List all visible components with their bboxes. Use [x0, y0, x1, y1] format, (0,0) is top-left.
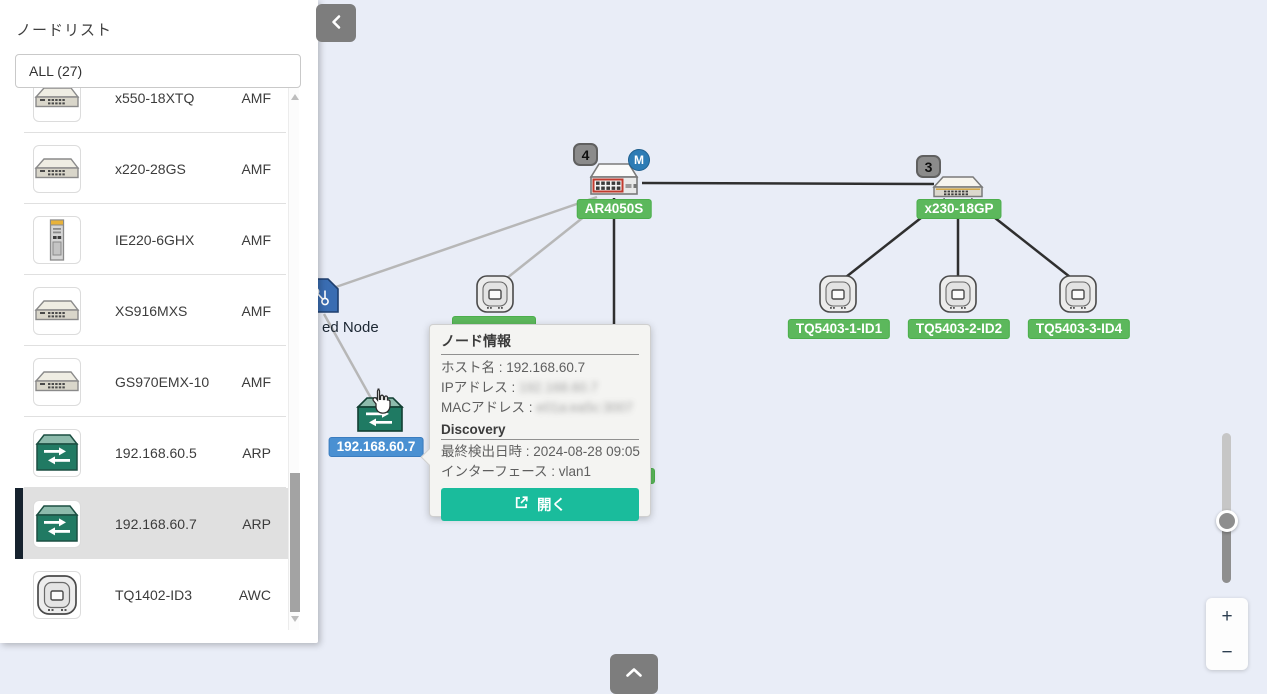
- field-value: 192.168.60.7: [506, 360, 585, 375]
- node-badge-master: M: [628, 149, 650, 171]
- scroll-down-icon[interactable]: [291, 616, 299, 622]
- node-label[interactable]: TQ5403-1-ID1: [788, 319, 890, 339]
- node-list-item-label: GS970EMX-10: [115, 374, 240, 390]
- node-list-item[interactable]: 192.168.60.5ARP: [15, 417, 288, 488]
- node-list-item[interactable]: x220-28GSAMF: [15, 133, 288, 204]
- tooltip-section-title: Discovery: [441, 422, 639, 440]
- tooltip-field: IPアドレス : 192.168.60.7: [441, 378, 639, 398]
- tooltip-field: 最終検出日時 : 2024-08-28 09:05: [441, 442, 639, 462]
- node-filter-select[interactable]: [15, 54, 301, 88]
- node-list-item[interactable]: x550-18XTQAMF: [15, 88, 288, 133]
- tooltip-fields: ホスト名 : 192.168.60.7IPアドレス : 192.168.60.7…: [441, 358, 639, 418]
- field-label: インターフェース: [441, 464, 548, 479]
- node-info-tooltip: ノード情報 ホスト名 : 192.168.60.7IPアドレス : 192.16…: [429, 324, 651, 517]
- ap-map-icon[interactable]: [1058, 274, 1098, 314]
- ap-map-icon[interactable]: [938, 274, 978, 314]
- switch-map-icon[interactable]: [932, 175, 984, 199]
- open-button-label: 開く: [537, 494, 566, 515]
- node-list-item-label: 192.168.60.7: [115, 516, 240, 532]
- node-list-item-type: AMF: [241, 374, 271, 390]
- field-value: vlan1: [559, 464, 591, 479]
- node-list-item[interactable]: XS916MXSAMF: [15, 275, 288, 346]
- ap-map-icon[interactable]: [818, 274, 858, 314]
- zoom-buttons-card: + −: [1206, 598, 1248, 670]
- hand-cursor-icon: [368, 387, 395, 418]
- arp-device-icon: [33, 429, 81, 477]
- node-list-item[interactable]: GS970EMX-10AMF: [15, 346, 288, 417]
- network-map-page: { "sidebar": { "title": "ノードリスト", "filte…: [0, 0, 1267, 690]
- tooltip-field: MACアドレス : e01a:ea5c:3007: [441, 398, 639, 418]
- scrollbar-thumb[interactable]: [290, 473, 300, 612]
- node-list-scrollbar[interactable]: [288, 88, 299, 630]
- switch-icon: [33, 88, 81, 122]
- node-list-item-type: AMF: [241, 303, 271, 319]
- node-list-item[interactable]: TQ1402-ID3AWC: [15, 559, 288, 630]
- node-list-item-type: AMF: [241, 232, 271, 248]
- tooltip-field: インターフェース : vlan1: [441, 462, 639, 482]
- node-list-item-label: 192.168.60.5: [115, 445, 240, 461]
- zoom-in-button[interactable]: +: [1206, 598, 1248, 634]
- switch-icon: [33, 358, 81, 406]
- node-label[interactable]: 192.168.60.7: [329, 437, 424, 457]
- scroll-up-icon[interactable]: [291, 94, 299, 100]
- node-badge-count: 4: [573, 143, 598, 166]
- node-list-item-type: AMF: [241, 161, 271, 177]
- node-label[interactable]: TQ5403-2-ID2: [908, 319, 1010, 339]
- arp-device-icon: [33, 500, 81, 548]
- wireless-ap-icon: [33, 571, 81, 619]
- expand-bottom-panel-button[interactable]: [610, 654, 658, 694]
- zoom-out-button[interactable]: −: [1206, 634, 1248, 670]
- switch-icon: [33, 145, 81, 193]
- ap-map-icon[interactable]: [475, 274, 515, 314]
- tooltip-field: ホスト名 : 192.168.60.7: [441, 358, 639, 378]
- node-list-item[interactable]: 192.168.60.7ARP: [15, 488, 288, 559]
- node-list-item-type: AMF: [241, 90, 271, 106]
- node-list-panel: ノードリスト x550-18XTQAMFx220-28GSAMFIE220-6G…: [0, 0, 318, 643]
- chevron-left-icon: [329, 13, 343, 34]
- node-list-item-label: IE220-6GHX: [115, 232, 240, 248]
- node-label: ed Node: [322, 319, 379, 336]
- node-list-title: ノードリスト: [16, 19, 112, 40]
- field-value: e01a:ea5c:3007: [536, 400, 633, 415]
- open-node-button[interactable]: 開く: [441, 488, 639, 521]
- field-value: 2024-08-28 09:05: [533, 444, 640, 459]
- chevron-up-icon: [624, 666, 644, 682]
- zoom-slider-thumb[interactable]: [1216, 510, 1238, 532]
- node-list-item-label: x550-18XTQ: [115, 90, 240, 106]
- field-value: 192.168.60.7: [519, 380, 598, 395]
- external-link-icon: [514, 495, 529, 514]
- node-list-item-label: x220-28GS: [115, 161, 240, 177]
- field-label: ホスト名: [441, 360, 495, 375]
- collapse-sidebar-button[interactable]: [316, 4, 356, 42]
- node-list-item[interactable]: IE220-6GHXAMF: [15, 204, 288, 275]
- arp-map-icon[interactable]: [356, 396, 404, 434]
- tooltip-discovery-fields: 最終検出日時 : 2024-08-28 09:05インターフェース : vlan…: [441, 442, 639, 482]
- node-list-item-type: ARP: [242, 445, 271, 461]
- node-list-item-label: TQ1402-ID3: [115, 587, 240, 603]
- industrial-switch-icon: [33, 216, 81, 264]
- switch-icon: [33, 287, 81, 335]
- topology-link: [642, 183, 934, 184]
- node-label[interactable]: TQ5403-3-ID4: [1028, 319, 1130, 339]
- node-label[interactable]: x230-18GP: [916, 199, 1001, 219]
- field-label: IPアドレス: [441, 380, 508, 395]
- node-list-item-type: ARP: [242, 516, 271, 532]
- field-label: 最終検出日時: [441, 444, 522, 459]
- node-list: x550-18XTQAMFx220-28GSAMFIE220-6GHXAMFXS…: [0, 88, 288, 630]
- node-label[interactable]: AR4050S: [577, 199, 652, 219]
- field-label: MACアドレス: [441, 400, 525, 415]
- topology-link: [333, 197, 597, 288]
- node-list-item-label: XS916MXS: [115, 303, 240, 319]
- tooltip-title: ノード情報: [441, 331, 639, 355]
- node-badge-count: 3: [916, 155, 941, 178]
- node-list-item-type: AWC: [239, 587, 271, 603]
